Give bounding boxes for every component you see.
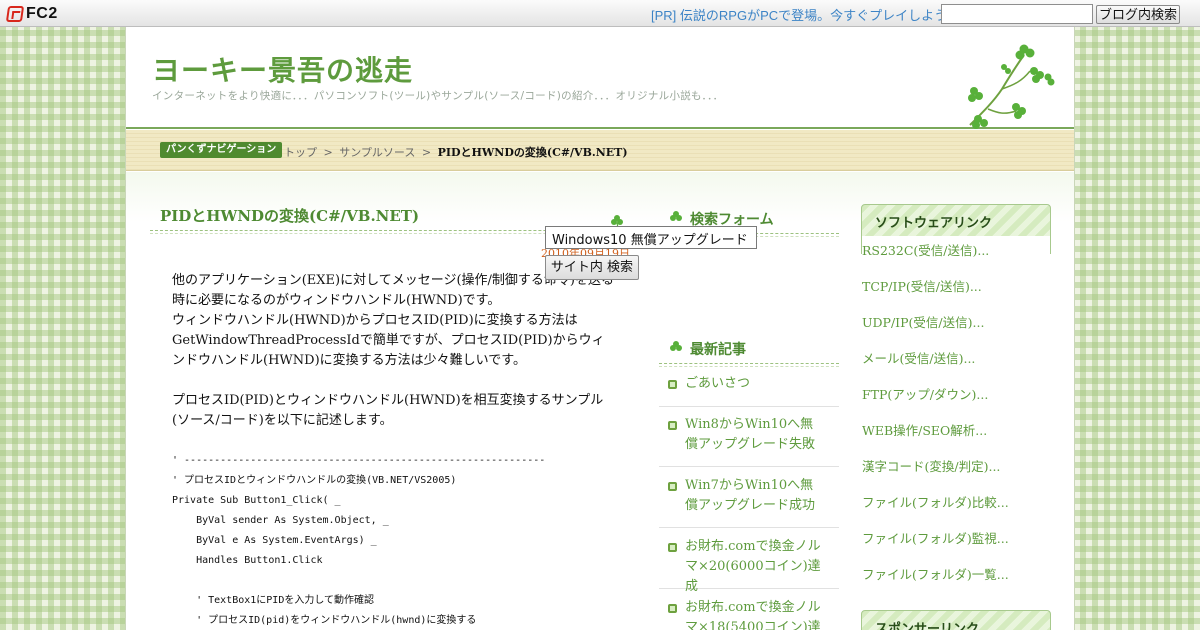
fc2-logo[interactable]: FC2 <box>5 4 58 23</box>
blog-page: ヨーキー景吾の逃走 インターネットをより快適に．．．パソコンソフト(ツール)やサ… <box>125 27 1075 630</box>
breadcrumb-path: トップ > サンプルソース > PIDとHWNDの変換(C#/VB.NET) <box>284 144 631 160</box>
software-link[interactable]: メール(受信/送信)... <box>862 348 975 367</box>
article-body: 他のアプリケーション(EXE)に対してメッセージ(操作/制御する命令)を送る時に… <box>172 271 617 431</box>
software-link[interactable]: TCP/IP(受信/送信)... <box>862 276 982 295</box>
software-link[interactable]: ファイル(フォルダ)監視... <box>862 528 1009 547</box>
blog-tagline: インターネットをより快適に．．．パソコンソフト(ツール)やサンプル(ソース/コー… <box>152 90 724 102</box>
recent-post-item[interactable]: Win7からWin10へ無償アップグレード成功 <box>659 476 839 528</box>
breadcrumb-separator: > <box>421 146 432 159</box>
breadcrumb-separator: > <box>323 146 333 159</box>
bullet-icon <box>668 543 677 552</box>
breadcrumb: パンくずナビゲーション トップ > サンプルソース > PIDとHWNDの変換(… <box>126 130 1074 171</box>
article-title[interactable]: PIDとHWNDの変換(C#/VB.NET) <box>160 205 419 226</box>
software-link[interactable]: 漢字コード(変換/判定)... <box>862 456 1000 475</box>
clover-icon <box>670 341 682 351</box>
blog-search-input[interactable] <box>941 4 1093 24</box>
clover-decoration-icon <box>968 44 1055 129</box>
sponsor-links-box: スポンサーリンク <box>861 610 1051 630</box>
bullet-icon <box>668 604 677 613</box>
article-code-block: ' --------------------------------------… <box>172 455 546 626</box>
recent-post-link[interactable]: お財布.comで換金ノルマ×20(6000コイン)達成 <box>685 537 825 597</box>
breadcrumb-current: PIDとHWNDの変換(C#/VB.NET) <box>437 146 628 159</box>
article-paragraph: プロセスID(PID)とウィンドウハンドル(HWND)を相互変換するサンプル(ソ… <box>172 393 604 428</box>
blog-header: ヨーキー景吾の逃走 インターネットをより快適に．．．パソコンソフト(ツール)やサ… <box>126 27 1074 129</box>
fc2-toolbar: FC2 [PR] 伝説のRPGがPCで登場。今すぐプレイしよう。 ブログ内検索 <box>0 0 1200 27</box>
recent-post-item[interactable]: お財布.comで換金ノルマ×20(6000コイン)達成 <box>659 537 839 594</box>
software-link[interactable]: UDP/IP(受信/送信)... <box>862 312 984 331</box>
breadcrumb-link-category[interactable]: サンプルソース <box>339 146 415 159</box>
software-link[interactable]: ファイル(フォルダ)一覧... <box>862 564 1009 583</box>
site-search-button[interactable]: サイト内 検索 <box>545 255 639 280</box>
software-links-heading: ソフトウェアリンク <box>875 216 993 231</box>
software-link[interactable]: ファイル(フォルダ)比較... <box>862 492 1009 511</box>
software-link[interactable]: FTP(アップ/ダウン)... <box>862 384 988 403</box>
blog-title[interactable]: ヨーキー景吾の逃走 <box>152 49 413 89</box>
clover-icon <box>670 211 682 221</box>
sponsor-links-heading: スポンサーリンク <box>875 622 980 630</box>
recent-posts-heading: 最新記事 <box>690 342 746 358</box>
recent-post-item[interactable]: ごあいさつ <box>659 374 839 407</box>
software-link[interactable]: RS232C(受信/送信)... <box>862 240 989 259</box>
bullet-icon <box>668 482 677 491</box>
breadcrumb-label: パンくずナビゲーション <box>160 142 283 158</box>
recent-post-item[interactable]: お財布.comで換金ノルマ×18(5400コイン)達成 <box>659 598 839 630</box>
recent-post-link[interactable]: Win7からWin10へ無償アップグレード成功 <box>685 476 825 516</box>
recent-post-link[interactable]: Win8からWin10へ無償アップグレード失敗 <box>685 415 825 455</box>
bullet-icon <box>668 380 677 389</box>
pr-ad-link[interactable]: [PR] 伝説のRPGがPCで登場。今すぐプレイしよう。 <box>651 5 959 24</box>
breadcrumb-link-top[interactable]: トップ <box>284 146 317 159</box>
fc2-logo-text: FC2 <box>26 4 58 22</box>
site-search-input[interactable]: Windows10 無償アップグレード <box>545 226 757 249</box>
heading-underline <box>659 363 839 367</box>
bullet-icon <box>668 421 677 430</box>
blog-search-button[interactable]: ブログ内検索 <box>1096 5 1180 24</box>
recent-post-link[interactable]: お財布.comで換金ノルマ×18(5400コイン)達成 <box>685 598 825 630</box>
article-paragraph: 他のアプリケーション(EXE)に対してメッセージ(操作/制御する命令)を送る時に… <box>172 273 614 368</box>
recent-post-item[interactable]: Win8からWin10へ無償アップグレード失敗 <box>659 415 839 467</box>
software-link[interactable]: WEB操作/SEO解析... <box>862 420 987 439</box>
fc2-logo-icon <box>5 5 25 22</box>
recent-post-link[interactable]: ごあいさつ <box>685 374 825 394</box>
